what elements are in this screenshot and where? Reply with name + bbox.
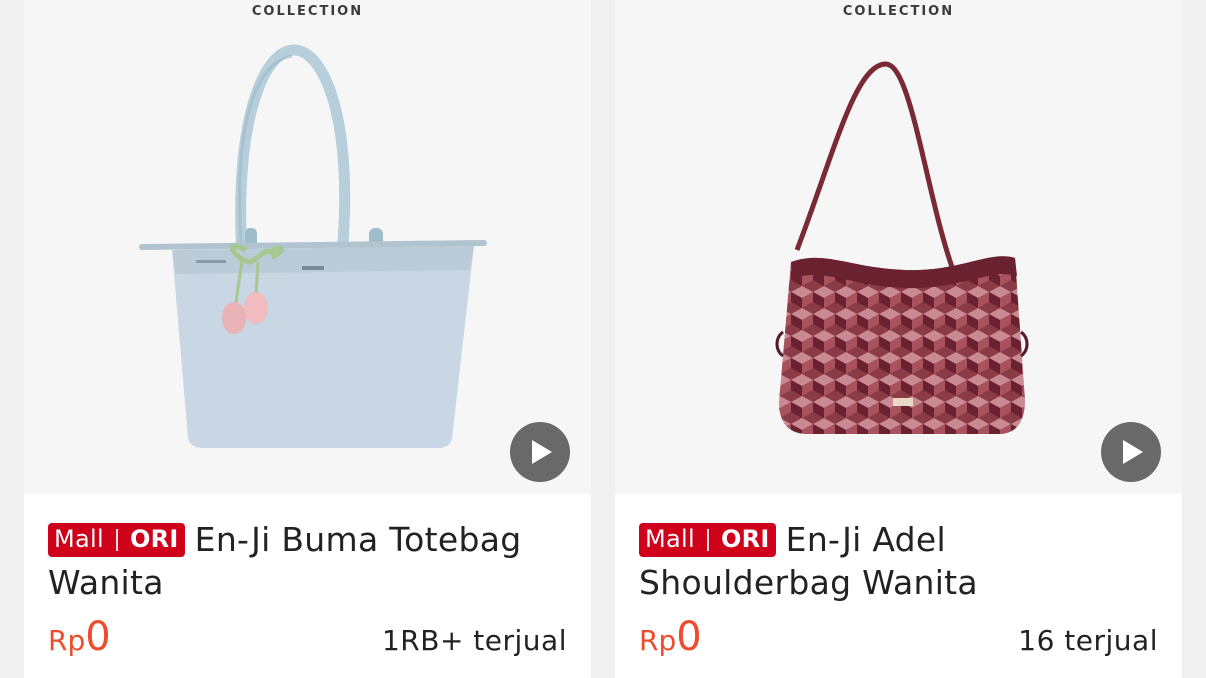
- product-title[interactable]: Mall ORI En-Ji Buma Totebag Wanita: [48, 518, 567, 604]
- product-image-area[interactable]: COLLECTION: [24, 0, 591, 494]
- price-value: 0: [85, 614, 111, 660]
- product-info: Mall ORI En-Ji Adel Shoulderbag Wanita Rp0…: [615, 494, 1182, 678]
- badge-mall-text: Mall: [54, 525, 104, 553]
- price-currency: Rp: [48, 624, 86, 657]
- play-video-button[interactable]: [1101, 422, 1161, 482]
- price-currency: Rp: [639, 624, 677, 657]
- product-title[interactable]: Mall ORI En-Ji Adel Shoulderbag Wanita: [639, 518, 1158, 604]
- sold-count: 1RB+ terjual: [381, 624, 567, 657]
- maroon-shoulder-bag-image: [775, 61, 1029, 434]
- badge-ori-text: ORI: [720, 525, 770, 553]
- product-card-1[interactable]: COLLECTION Mall ORI En-Ji Buma Totebag W…: [24, 0, 591, 678]
- product-image-area[interactable]: COLLECTION: [615, 0, 1182, 494]
- mall-ori-badge: Mall ORI: [639, 522, 776, 557]
- badge-divider: [706, 528, 709, 551]
- mall-ori-badge: Mall ORI: [48, 522, 185, 557]
- product-card-2[interactable]: COLLECTION Mall ORI En-Ji Adel Shoulderb…: [615, 0, 1182, 678]
- badge-mall-text: Mall: [645, 525, 695, 553]
- badge-ori-text: ORI: [129, 525, 179, 553]
- product-price: Rp0: [639, 614, 702, 660]
- product-grid: COLLECTION Mall ORI En-Ji Buma Totebag W…: [0, 0, 1206, 678]
- price-row: Rp0 16 terjual: [639, 614, 1158, 660]
- product-price: Rp0: [48, 614, 111, 660]
- price-row: Rp0 1RB+ terjual: [48, 614, 567, 660]
- play-icon: [1123, 440, 1143, 464]
- price-value: 0: [676, 614, 702, 660]
- play-icon: [532, 440, 552, 464]
- light-blue-tote-bag-image: [139, 44, 487, 448]
- play-video-button[interactable]: [510, 422, 570, 482]
- product-info: Mall ORI En-Ji Buma Totebag Wanita Rp0 1RB…: [24, 494, 591, 678]
- badge-divider: [115, 528, 118, 551]
- sold-count: 16 terjual: [1018, 624, 1158, 657]
